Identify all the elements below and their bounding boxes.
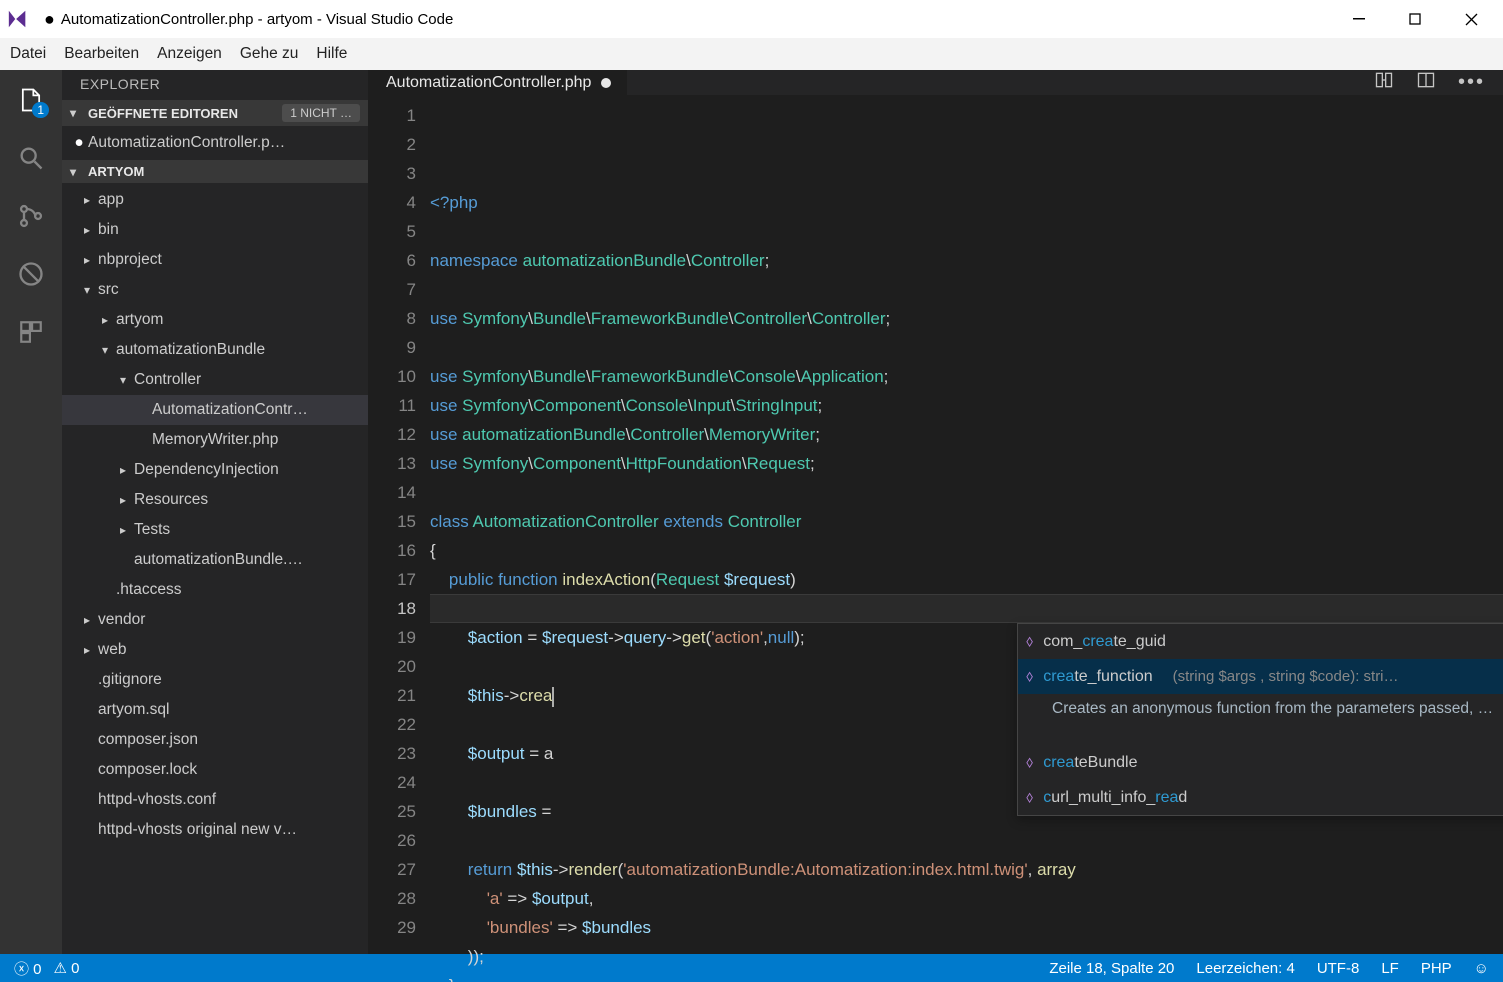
minimize-button[interactable] [1331,0,1387,38]
more-icon[interactable]: ••• [1458,71,1485,94]
tree-item[interactable]: .gitignore [62,665,368,695]
tree-item[interactable]: composer.json [62,725,368,755]
tree-item[interactable]: httpd-vhosts original new v… [62,815,368,845]
suggest-widget: ⬨com_create_guid ⬨create_function (strin… [1017,623,1503,816]
tree-item[interactable]: ▸bin [62,215,368,245]
titlebar: ● AutomatizationController.php - artyom … [0,0,1503,38]
tree-item[interactable]: ▾src [62,275,368,305]
tree-item[interactable]: ▸nbproject [62,245,368,275]
activity-extensions-icon[interactable] [15,316,47,348]
code-editor[interactable]: 1234567891011121314151617181920212223242… [368,95,1503,982]
tree-item[interactable]: ▸DependencyInjection [62,455,368,485]
menu-edit[interactable]: Bearbeiten [64,45,139,63]
activity-explorer-icon[interactable]: 1 [15,84,47,116]
tab-modified-icon [601,78,611,88]
unsaved-badge: 1 NICHT … [282,104,360,122]
tree-item[interactable]: ▸vendor [62,605,368,635]
suggest-doc: Creates an anonymous function from the p… [1018,694,1503,745]
tree-item[interactable]: MemoryWriter.php [62,425,368,455]
suggest-item[interactable]: ⬨com_create_guid [1018,624,1503,659]
activity-debug-icon[interactable] [15,258,47,290]
status-errors[interactable]: ⓧ 0 [14,958,42,979]
status-warnings[interactable]: ⚠ 0 [54,959,80,977]
tree-item[interactable]: ▸Tests [62,515,368,545]
suggest-item[interactable]: ⬨create_function (string $args , string … [1018,659,1503,694]
menu-view[interactable]: Anzeigen [157,45,222,63]
menu-file[interactable]: Datei [10,45,46,63]
editor-area: AutomatizationController.php ••• 1234567… [368,70,1503,954]
tree-item[interactable]: ▸web [62,635,368,665]
activity-search-icon[interactable] [15,142,47,174]
maximize-button[interactable] [1387,0,1443,38]
open-editors-header[interactable]: ▾ GEÖFFNETE EDITOREN 1 NICHT … [62,100,368,126]
activity-scm-icon[interactable] [15,200,47,232]
tree-item[interactable]: composer.lock [62,755,368,785]
tree-item[interactable]: httpd-vhosts.conf [62,785,368,815]
tab-label: AutomatizationController.php [386,74,591,92]
window-title: AutomatizationController.php - artyom - … [61,11,453,28]
tree-item[interactable]: ▾automatizationBundle [62,335,368,365]
workspace-header[interactable]: ▾ ARTYOM [62,160,368,183]
tree-item[interactable]: AutomatizationContr… [62,395,368,425]
compare-icon[interactable] [1374,70,1394,95]
vs-logo-icon [4,5,32,33]
tree-item[interactable]: ▾Controller [62,365,368,395]
tree-item[interactable]: ▸artyom [62,305,368,335]
tree-item[interactable]: ▸app [62,185,368,215]
suggest-item[interactable]: ⬨createBundle [1018,745,1503,780]
tree-item[interactable]: artyom.sql [62,695,368,725]
split-editor-icon[interactable] [1416,70,1436,95]
suggest-item[interactable]: ⬨curl_multi_info_read [1018,780,1503,815]
modified-dot: ● [44,9,55,30]
tree-item[interactable]: ▸Resources [62,485,368,515]
menu-help[interactable]: Hilfe [316,45,347,63]
editor-tab[interactable]: AutomatizationController.php [368,70,628,95]
tree-item[interactable]: automatizationBundle.… [62,545,368,575]
open-editor-item[interactable]: ● AutomatizationController.p… [62,128,368,158]
tree-item[interactable]: .htaccess [62,575,368,605]
menu-goto[interactable]: Gehe zu [240,45,299,63]
explorer-badge: 1 [32,102,49,118]
sidebar-title: EXPLORER [62,70,368,100]
explorer-sidebar: EXPLORER ▾ GEÖFFNETE EDITOREN 1 NICHT … … [62,70,368,954]
close-button[interactable] [1443,0,1499,38]
activity-bar: 1 [0,70,62,954]
menubar: Datei Bearbeiten Anzeigen Gehe zu Hilfe [0,38,1503,70]
